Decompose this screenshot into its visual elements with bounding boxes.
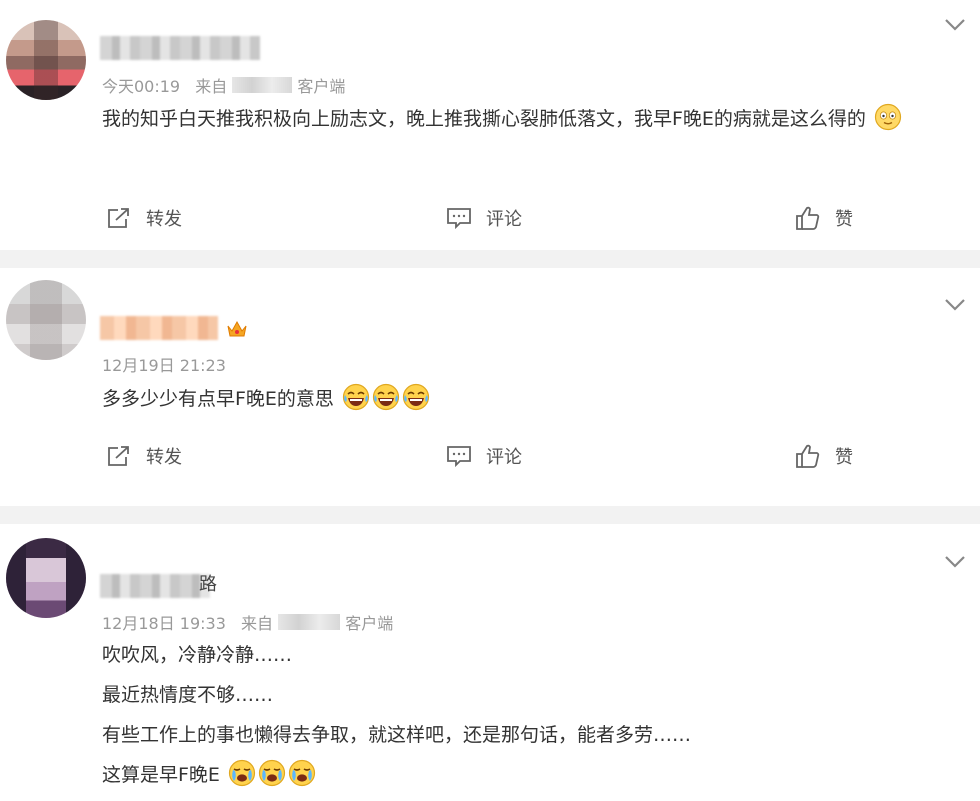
post-line: 有些工作上的事也懒得去争取，就这样吧，还是那句话，能者多劳…… [102, 724, 692, 746]
comment-icon [447, 208, 471, 230]
client-name-blurred [232, 77, 293, 93]
laugh-cry-emoji-icon [402, 383, 430, 411]
username-blurred[interactable] [100, 36, 260, 60]
post-line: 最近热情度不够…… [102, 684, 274, 706]
post-text: 我的知乎白天推我积极向上励志文，晚上推我撕心裂肺低落文，我早F晚E的病就是这么得… [102, 108, 866, 130]
username-blurred[interactable] [100, 316, 218, 340]
chevron-down-icon[interactable] [944, 555, 966, 569]
client-name-blurred [278, 614, 341, 630]
laugh-cry-emoji-icon [372, 383, 400, 411]
share-icon [108, 208, 129, 228]
post-content: 我的知乎白天推我积极向上励志文，晚上推我撕心裂肺低落文，我早F晚E的病就是这么得… [102, 100, 962, 138]
laugh-cry-emoji-icon [342, 383, 370, 411]
post-line: 这算是早F晚E [102, 764, 220, 786]
like-label: 赞 [835, 447, 853, 468]
repost-label: 转发 [146, 447, 182, 468]
crown-icon [227, 320, 247, 337]
comment-button[interactable]: 评论 [446, 443, 522, 469]
post-line-last: 这算是早F晚E [102, 755, 962, 795]
username-tail[interactable]: 路 [199, 570, 217, 596]
avatar[interactable] [6, 20, 86, 100]
crying-emoji-icon [228, 759, 256, 787]
like-label: 赞 [835, 209, 853, 230]
post-content: 多多少少有点早F晚E的意思 [102, 380, 962, 418]
repost-label: 转发 [146, 209, 182, 230]
from-label: 来自 [195, 77, 228, 96]
post-meta: 12月19日 21:23 [102, 352, 226, 376]
post-separator [0, 506, 980, 524]
comment-icon [447, 446, 471, 468]
post-card: 12月19日 21:23 多多少少有点早F晚E的意思 转发 评论 赞 [0, 268, 980, 506]
repost-button[interactable]: 转发 [106, 205, 182, 231]
chevron-down-icon[interactable] [944, 298, 966, 312]
from-label: 来自 [241, 614, 274, 633]
chevron-down-icon[interactable] [944, 18, 966, 32]
comment-button[interactable]: 评论 [446, 205, 522, 231]
like-button[interactable]: 赞 [795, 443, 853, 469]
username-blurred[interactable] [100, 574, 210, 598]
post-time: 12月18日 19:33 [102, 614, 226, 633]
post-time: 12月19日 21:23 [102, 356, 226, 375]
post-separator [0, 250, 980, 268]
comment-label: 评论 [486, 209, 522, 230]
post-meta: 今天00:19 来自 客户端 [102, 73, 345, 97]
client-label: 客户端 [297, 77, 346, 96]
post-meta: 12月18日 19:33 来自 客户端 [102, 610, 393, 634]
post-card: 路 12月18日 19:33 来自 客户端 吹吹风，冷静冷静…… 最近热情度不够… [0, 524, 980, 801]
thumbs-up-icon [796, 444, 820, 468]
post-text: 多多少少有点早F晚E的意思 [102, 388, 334, 410]
thumbs-up-icon [796, 206, 820, 230]
like-button[interactable]: 赞 [795, 205, 853, 231]
avatar[interactable] [6, 280, 86, 360]
smile-emoji-icon [874, 103, 902, 131]
crying-emoji-icon [288, 759, 316, 787]
crying-emoji-icon [258, 759, 286, 787]
post-time: 今天00:19 [102, 77, 181, 96]
avatar[interactable] [6, 538, 86, 618]
client-label: 客户端 [345, 614, 394, 633]
comment-label: 评论 [486, 447, 522, 468]
post-content: 吹吹风，冷静冷静…… 最近热情度不够…… 有些工作上的事也懒得去争取，就这样吧，… [102, 635, 962, 795]
post-card: 今天00:19 来自 客户端 我的知乎白天推我积极向上励志文，晚上推我撕心裂肺低… [0, 0, 980, 250]
repost-button[interactable]: 转发 [106, 443, 182, 469]
post-line: 吹吹风，冷静冷静…… [102, 644, 293, 666]
share-icon [108, 446, 129, 466]
